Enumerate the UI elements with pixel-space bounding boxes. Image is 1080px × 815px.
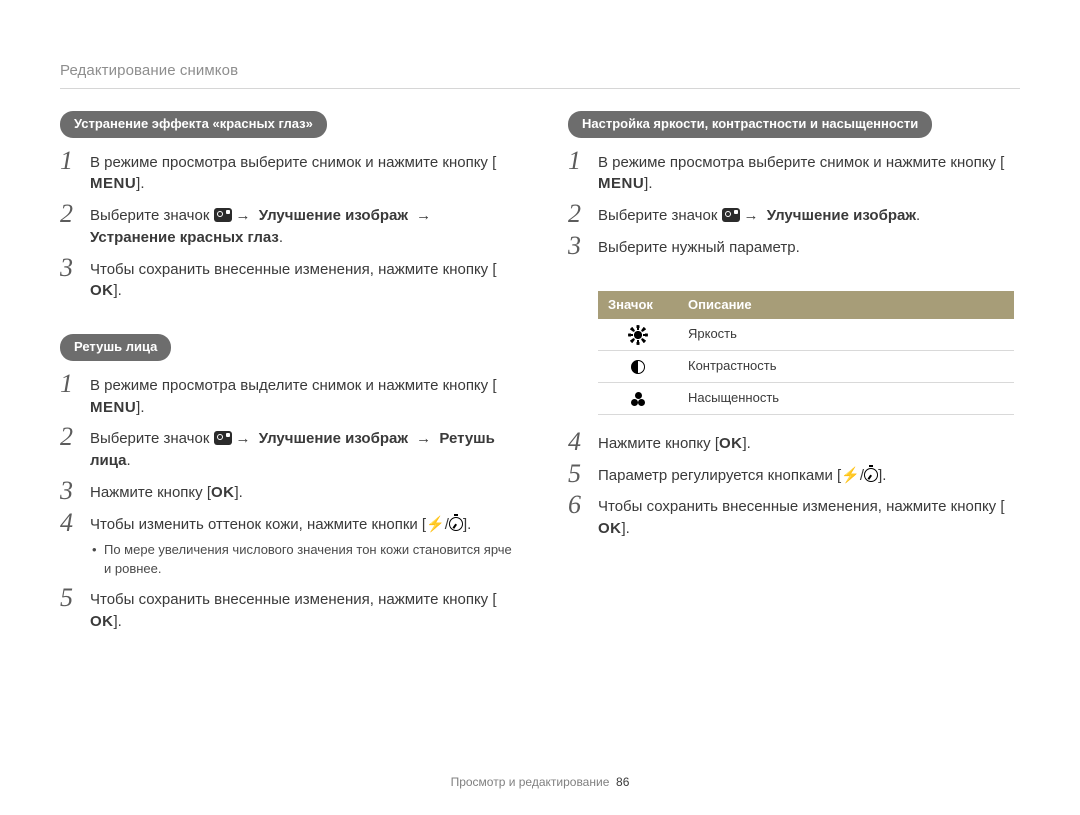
- footer-section: Просмотр и редактирование: [451, 775, 610, 789]
- step: Выберите значок → Улучшение изображ → Ре…: [60, 428, 512, 482]
- text: Параметр регулируется кнопками [: [598, 467, 841, 484]
- text: ].: [622, 520, 630, 537]
- text: В режиме просмотра выделите снимок и наж…: [90, 377, 497, 394]
- text: В режиме просмотра выберите снимок и наж…: [598, 154, 1004, 171]
- step: Выберите нужный параметр.: [568, 237, 1020, 269]
- menu-button-label: MENU: [90, 176, 136, 191]
- two-column-layout: Устранение эффекта «красных глаз» В режи…: [60, 111, 1020, 665]
- steps-redeye: В режиме просмотра выберите снимок и наж…: [60, 152, 512, 313]
- menu-button-label: MENU: [90, 400, 136, 415]
- cell: Насыщенность: [678, 383, 1014, 415]
- timer-icon: [449, 517, 463, 531]
- bold-text: Улучшение изображ: [763, 207, 916, 224]
- text: ].: [644, 175, 652, 192]
- text: ].: [743, 435, 751, 452]
- step: Чтобы изменить оттенок кожи, нажмите кно…: [60, 514, 512, 589]
- step: В режиме просмотра выберите снимок и наж…: [60, 152, 512, 206]
- ok-button-label: OK: [211, 485, 235, 500]
- text: Нажмите кнопку [: [90, 484, 211, 501]
- heading-face-retouch: Ретушь лица: [60, 334, 171, 361]
- bold-text: Улучшение изображ: [255, 207, 413, 224]
- ok-button-label: OK: [598, 521, 622, 536]
- table-row: Яркость: [598, 319, 1014, 350]
- table-row: Насыщенность: [598, 383, 1014, 415]
- tool-icon: [214, 431, 232, 445]
- step: Нажмите кнопку [OK].: [568, 433, 1020, 465]
- text: Выберите значок: [90, 207, 214, 224]
- page-number: 86: [616, 775, 629, 789]
- th-desc: Описание: [678, 291, 1014, 320]
- th-icon: Значок: [598, 291, 678, 320]
- arrow-icon: →: [412, 430, 435, 447]
- tool-icon: [214, 208, 232, 222]
- text: Выберите нужный параметр.: [598, 239, 800, 256]
- params-table: Значок Описание Яркость Контрастность На…: [598, 291, 1014, 415]
- flash-icon: ⚡: [426, 516, 445, 533]
- saturation-icon: [631, 392, 645, 406]
- text: .: [916, 207, 920, 224]
- cell: Контрастность: [678, 351, 1014, 383]
- brightness-icon: [631, 328, 645, 342]
- menu-button-label: MENU: [598, 176, 644, 191]
- ok-button-label: OK: [719, 436, 743, 451]
- text: Чтобы сохранить внесенные изменения, наж…: [90, 591, 497, 608]
- step: Параметр регулируется кнопками [⚡/].: [568, 465, 1020, 497]
- arrow-icon: →: [232, 430, 255, 447]
- step: В режиме просмотра выделите снимок и наж…: [60, 375, 512, 429]
- heading-brightness: Настройка яркости, контрастности и насыщ…: [568, 111, 932, 138]
- text: ].: [136, 399, 144, 416]
- text: ].: [235, 484, 243, 501]
- note-list: По мере увеличения числового значения то…: [90, 541, 512, 579]
- text: В режиме просмотра выберите снимок и наж…: [90, 154, 496, 171]
- right-column: Настройка яркости, контрастности и насыщ…: [568, 111, 1020, 665]
- flash-icon: ⚡: [841, 467, 860, 484]
- ok-button-label: OK: [90, 283, 114, 298]
- heading-redeye: Устранение эффекта «красных глаз»: [60, 111, 327, 138]
- timer-icon: [864, 468, 878, 482]
- text: Чтобы сохранить внесенные изменения, наж…: [598, 498, 1005, 515]
- arrow-icon: →: [412, 207, 435, 224]
- steps-brightness: В режиме просмотра выберите снимок и наж…: [568, 152, 1020, 269]
- text: ].: [136, 175, 144, 192]
- text: Выберите значок: [90, 430, 214, 447]
- step: Чтобы сохранить внесенные изменения, наж…: [568, 496, 1020, 550]
- text: ].: [114, 613, 122, 630]
- bold-text: Улучшение изображ: [255, 430, 413, 447]
- text: Чтобы сохранить внесенные изменения, наж…: [90, 261, 497, 278]
- step: Нажмите кнопку [OK].: [60, 482, 512, 514]
- arrow-icon: →: [232, 207, 255, 224]
- footer: Просмотр и редактирование 86: [0, 774, 1080, 791]
- page-title: Редактирование снимков: [60, 60, 1020, 82]
- text: Выберите значок: [598, 207, 722, 224]
- left-column: Устранение эффекта «красных глаз» В режи…: [60, 111, 512, 665]
- step: Выберите значок → Улучшение изображ.: [568, 205, 1020, 237]
- steps-brightness-cont: Нажмите кнопку [OK]. Параметр регулирует…: [568, 433, 1020, 550]
- divider: [60, 88, 1020, 89]
- arrow-icon: →: [740, 207, 763, 224]
- text: Нажмите кнопку [: [598, 435, 719, 452]
- tool-icon: [722, 208, 740, 222]
- step: Выберите значок → Улучшение изображ → Ус…: [60, 205, 512, 259]
- bold-text: Устранение красных глаз: [90, 229, 279, 246]
- text: Чтобы изменить оттенок кожи, нажмите кно…: [90, 516, 426, 533]
- contrast-icon: [631, 360, 645, 374]
- ok-button-label: OK: [90, 614, 114, 629]
- cell: Яркость: [678, 319, 1014, 350]
- steps-face-retouch: В режиме просмотра выделите снимок и наж…: [60, 375, 512, 643]
- text: .: [127, 452, 131, 469]
- note: По мере увеличения числового значения то…: [90, 541, 512, 579]
- text: ].: [114, 282, 122, 299]
- table-row: Контрастность: [598, 351, 1014, 383]
- step: В режиме просмотра выберите снимок и наж…: [568, 152, 1020, 206]
- text: .: [279, 229, 283, 246]
- text: ].: [463, 516, 471, 533]
- step: Чтобы сохранить внесенные изменения, наж…: [60, 589, 512, 643]
- step: Чтобы сохранить внесенные изменения, наж…: [60, 259, 512, 313]
- text: ].: [878, 467, 886, 484]
